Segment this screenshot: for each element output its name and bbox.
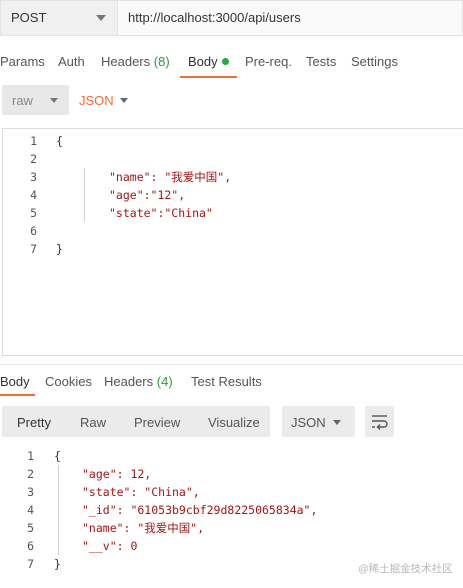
chevron-down-icon (333, 420, 341, 425)
tab-response-body[interactable]: Body (0, 374, 30, 389)
body-language-select[interactable]: JSON (79, 93, 114, 108)
view-visualize-button[interactable]: Visualize (208, 415, 260, 430)
chevron-down-icon (120, 98, 128, 103)
line-number: 7 (27, 557, 34, 571)
request-body-editor[interactable] (2, 128, 463, 356)
tab-label: Pre-req. (245, 54, 292, 69)
code-line: } (56, 242, 63, 256)
line-number: 7 (30, 242, 37, 256)
code-line: "_id": "61053b9cbf29d8225065834a", (82, 503, 318, 517)
tab-label: Headers (101, 54, 151, 69)
request-tabs: Params Auth Headers (8) Body Pre-req. Te… (0, 54, 463, 78)
request-url-bar: POST http://localhost:3000/api/users (0, 0, 463, 36)
tab-tests[interactable]: Tests (306, 54, 336, 69)
response-format-label: JSON (291, 415, 326, 430)
tab-settings[interactable]: Settings (351, 54, 398, 69)
code-line: "state": "China", (82, 485, 200, 499)
view-raw-button[interactable]: Raw (80, 415, 106, 430)
line-number: 3 (27, 485, 34, 499)
line-number: 3 (30, 170, 37, 184)
tab-label: Cookies (45, 374, 92, 389)
line-number: 2 (30, 152, 37, 166)
tab-response-headers[interactable]: Headers (4) (104, 374, 173, 389)
tab-label: Params (0, 54, 45, 69)
active-tab-indicator (180, 76, 237, 78)
view-preview-button[interactable]: Preview (134, 415, 180, 430)
tab-label: Body (0, 374, 30, 389)
tab-label: Body (188, 54, 218, 69)
line-number: 4 (27, 503, 34, 517)
tab-test-results[interactable]: Test Results (191, 374, 262, 389)
code-line: "state":"China" (109, 206, 213, 220)
line-number: 1 (27, 449, 34, 463)
response-tabs: Body Cookies Headers (4) Test Results (0, 374, 463, 398)
headers-count: (4) (156, 374, 173, 389)
body-mode-label: raw (12, 93, 33, 108)
headers-count: (8) (153, 54, 170, 69)
indent-guide (58, 465, 59, 555)
line-number: 6 (27, 539, 34, 553)
tab-params[interactable]: Params (0, 54, 45, 69)
chevron-down-icon (96, 15, 106, 21)
tab-label: Headers (104, 374, 154, 389)
code-line: { (56, 134, 63, 148)
line-number: 1 (30, 134, 37, 148)
tab-label: Test Results (191, 374, 262, 389)
section-divider (0, 364, 463, 365)
line-number: 2 (27, 467, 34, 481)
wrap-lines-icon (372, 415, 388, 430)
method-label: POST (11, 10, 47, 25)
line-number: 6 (30, 224, 37, 238)
tab-pre-request[interactable]: Pre-req. (245, 54, 292, 69)
tab-cookies[interactable]: Cookies (45, 374, 92, 389)
active-tab-indicator (0, 394, 35, 396)
line-number: 4 (30, 188, 37, 202)
tab-auth[interactable]: Auth (58, 54, 85, 69)
modified-dot-icon (221, 58, 229, 65)
tab-label: Settings (351, 54, 398, 69)
chevron-down-icon (50, 98, 58, 103)
code-line: "age":"12", (109, 188, 186, 202)
view-pretty-button[interactable]: Pretty (17, 415, 51, 430)
watermark: @稀土掘金技术社区 (358, 563, 453, 575)
code-line: "name": "我爱中国", (82, 521, 205, 535)
tab-body[interactable]: Body (188, 54, 229, 69)
tab-headers[interactable]: Headers (8) (101, 54, 170, 69)
code-line: } (54, 557, 61, 571)
tab-label: Auth (58, 54, 85, 69)
url-text: http://localhost:3000/api/users (128, 10, 301, 25)
code-line: "name": "我爱中国", (109, 170, 232, 184)
line-number: 5 (30, 206, 37, 220)
indent-guide (84, 168, 85, 222)
code-line: { (54, 449, 61, 463)
code-line: "age": 12, (82, 467, 152, 481)
wrap-lines-button[interactable] (365, 406, 394, 437)
code-line: "__v": 0 (82, 539, 138, 553)
tab-label: Tests (306, 54, 337, 69)
line-number: 5 (27, 521, 34, 535)
